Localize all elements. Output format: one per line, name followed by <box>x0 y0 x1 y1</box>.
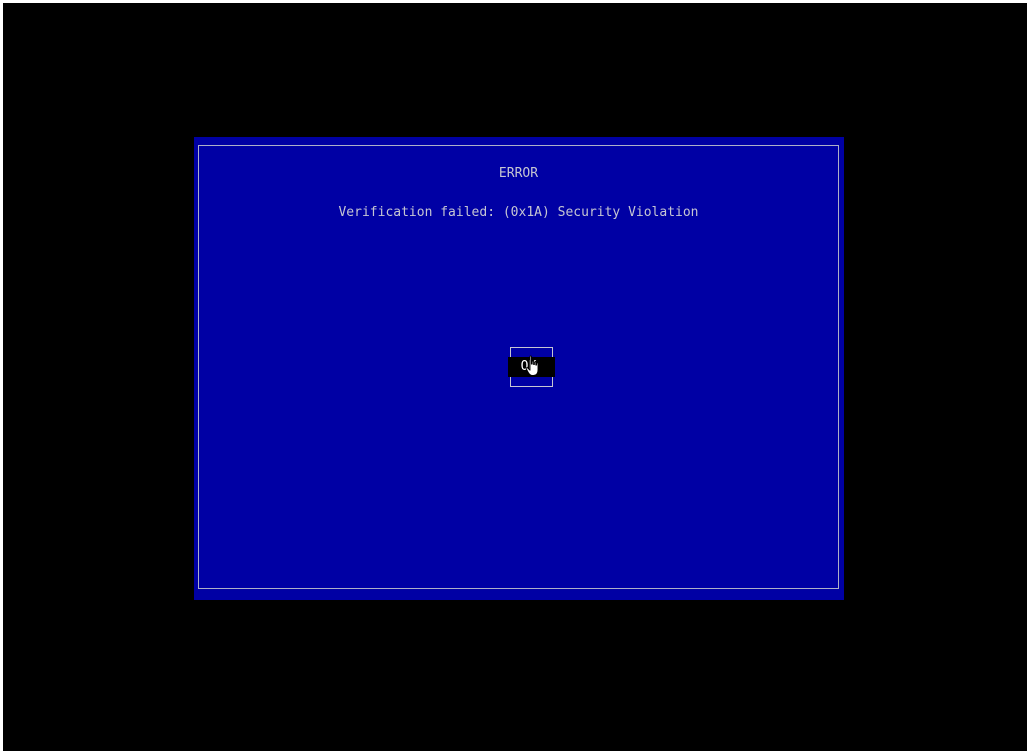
dialog-title: ERROR <box>498 166 539 181</box>
error-message: Verification failed: (0x1A) Security Vio… <box>338 205 699 220</box>
dialog-border: ERROR Verification failed: (0x1A) Securi… <box>198 145 839 589</box>
ok-button-focus-frame: OK <box>508 347 555 387</box>
error-dialog: ERROR Verification failed: (0x1A) Securi… <box>194 137 844 600</box>
hand-pointer-icon <box>525 355 539 376</box>
screen: ERROR Verification failed: (0x1A) Securi… <box>3 3 1027 751</box>
